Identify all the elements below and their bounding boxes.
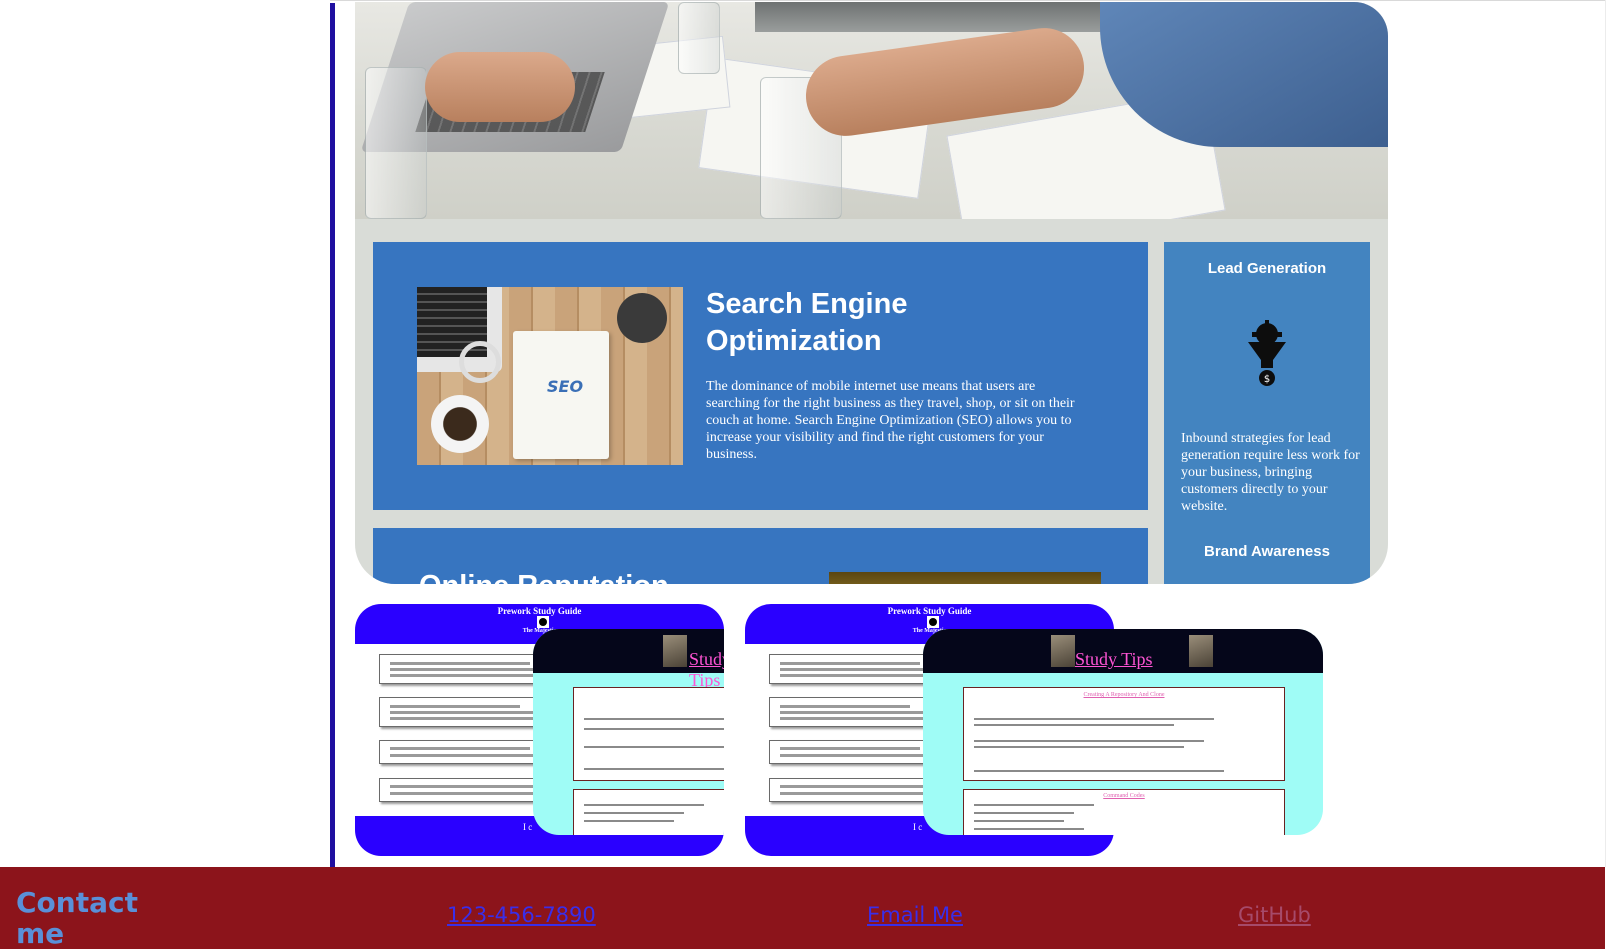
lead-generation-section: Lead Generation $ Inbound strategies for… — [1164, 242, 1370, 584]
tips-photo — [663, 635, 687, 667]
guide-title: Prework Study Guide — [497, 606, 582, 616]
left-blank-area — [0, 0, 330, 867]
scrollbar-track[interactable] — [1605, 0, 1612, 867]
github-link[interactable]: GitHub — [1238, 903, 1311, 927]
project-card-agency[interactable]: SEO Search Engine Optimization The domin… — [355, 2, 1388, 584]
seo-text: The dominance of mobile internet use mea… — [706, 379, 1075, 462]
contact-footer: Contact me 123-456-7890 Email Me GitHub — [0, 867, 1605, 949]
guide-footer-text: I c — [913, 822, 923, 832]
guide-logo-icon — [537, 616, 549, 628]
online-reputation-image — [829, 572, 1101, 584]
seo-section: SEO Search Engine Optimization The domin… — [373, 242, 1148, 510]
guide-title: Prework Study Guide — [887, 606, 972, 616]
portfolio-divider-line — [330, 3, 335, 867]
meeting-photo — [355, 2, 1388, 219]
brand-awareness-title: Brand Awareness — [1204, 543, 1330, 560]
study-tips-overlay-1: Study Tips — [533, 629, 724, 835]
project-card-study-guide-1[interactable]: Prework Study Guide The Majestic I c Stu… — [355, 604, 724, 856]
phone-link[interactable]: 123-456-7890 — [447, 903, 596, 927]
project-card-study-tips[interactable]: Study Tips ​ Creating A Repository And C… — [923, 629, 1323, 835]
tips-command-heading: Command Codes — [1103, 793, 1145, 799]
guide-footer-text: I c — [523, 822, 533, 832]
funnel-gear-dollar-icon: $ — [1248, 320, 1286, 386]
svg-text:$: $ — [1264, 374, 1270, 385]
seo-image: SEO — [417, 287, 683, 465]
study-tips-title: Study Tips — [1075, 649, 1153, 669]
guide-logo-icon — [927, 616, 939, 628]
lead-generation-text: Inbound strategies for lead generation r… — [1181, 431, 1360, 514]
study-tips-title: Study Tips — [689, 649, 724, 690]
contact-heading: Contact me — [16, 886, 138, 950]
seo-image-label: SEO — [547, 377, 584, 396]
lead-generation-title: Lead Generation — [1207, 260, 1327, 277]
tips-photo-left — [1051, 635, 1075, 667]
online-reputation-title: Online Reputation — [419, 570, 669, 584]
tips-repository-heading: Creating A Repository And Clone — [1083, 692, 1165, 698]
email-link[interactable]: Email Me — [867, 903, 963, 927]
tips-photo-right — [1189, 635, 1213, 667]
tips-repository-section: Creating A Repository And Clone — [963, 687, 1285, 781]
seo-title: Search Engine Optimization — [706, 288, 908, 357]
online-reputation-section: Online Reputation — [373, 528, 1148, 584]
tips-command-section: Command Codes — [963, 789, 1285, 835]
